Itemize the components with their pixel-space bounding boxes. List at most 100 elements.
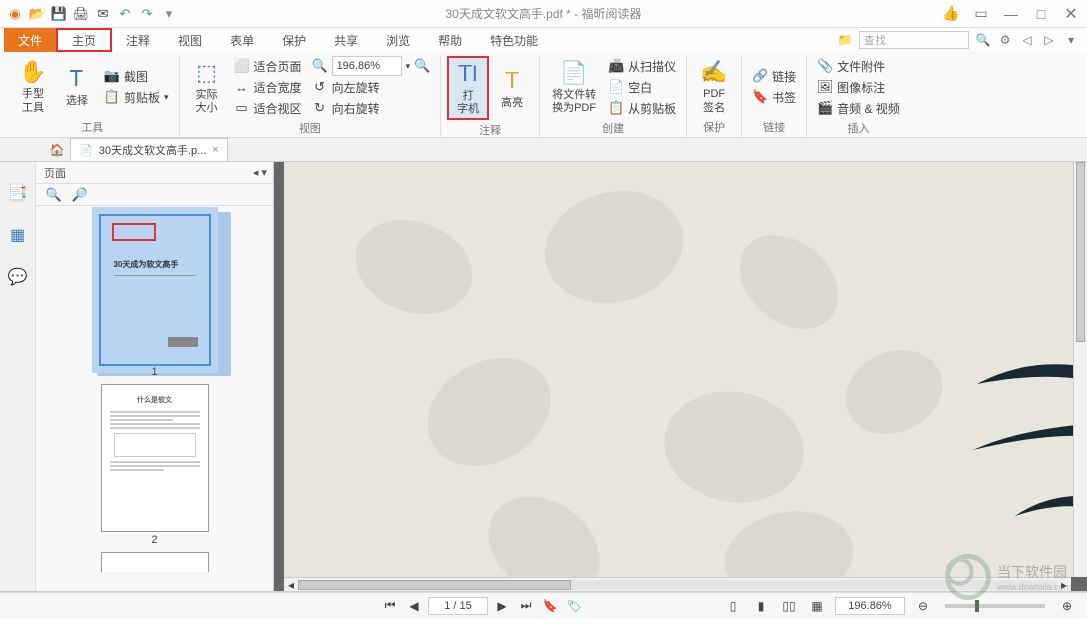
- tab-file[interactable]: 文件: [4, 28, 56, 52]
- clipboard-button[interactable]: 📋 剪贴板▾: [100, 87, 173, 107]
- zoom-out-button[interactable]: 🔍196.86%▾🔍: [308, 56, 435, 76]
- screenshot-button[interactable]: 📷 截图: [100, 66, 173, 86]
- open-icon[interactable]: 📂: [28, 5, 46, 23]
- image-icon: 🖼: [817, 79, 833, 95]
- thumbs-up-icon[interactable]: 👍: [943, 6, 959, 22]
- folder-icon[interactable]: 📁: [837, 32, 853, 48]
- group-links: 🔗链接 🔖书签 链接: [742, 56, 807, 137]
- typewriter-button[interactable]: ꓔI 打 字机: [447, 56, 489, 120]
- tab-special[interactable]: 特色功能: [476, 28, 552, 52]
- fit-page-button[interactable]: ⬜适合页面: [230, 56, 306, 76]
- navigation-panel: 页面 ◂ ▾ 🔍 🔎 30天成为软文高手 1 什么是软文: [36, 162, 274, 591]
- fit-width-icon: ↔: [234, 79, 250, 95]
- zoom-input[interactable]: 196.86%: [332, 56, 402, 76]
- close-button[interactable]: ✕: [1063, 6, 1079, 22]
- view-continuous-facing-icon[interactable]: ▦: [807, 596, 827, 616]
- vertical-scrollbar[interactable]: [1073, 162, 1087, 577]
- search-icon[interactable]: 🔍: [975, 32, 991, 48]
- bookmark-nav2-icon[interactable]: 🏷: [564, 596, 584, 616]
- group-insert: 📎文件附件 🖼图像标注 🎬音频 & 视频 插入: [807, 56, 910, 137]
- save-icon[interactable]: 💾: [50, 5, 68, 23]
- signature-icon: ✍: [700, 58, 728, 86]
- panel-menu-icon[interactable]: ◂ ▾: [253, 166, 267, 179]
- rotate-left-button[interactable]: ↺向左旋转: [308, 77, 435, 97]
- fit-visible-icon: ▭: [234, 100, 250, 116]
- nav-dropdown-icon[interactable]: ▾: [1063, 32, 1079, 48]
- from-scanner-button[interactable]: 📠从扫描仪: [604, 56, 680, 76]
- clipboard-paste-icon: 📋: [608, 100, 624, 116]
- gear-icon[interactable]: ⚙: [997, 32, 1013, 48]
- tab-share[interactable]: 共享: [320, 28, 372, 52]
- tab-protect[interactable]: 保护: [268, 28, 320, 52]
- page-number-input[interactable]: 1 / 15: [428, 597, 488, 615]
- tab-form[interactable]: 表单: [216, 28, 268, 52]
- zoom-out-status-button[interactable]: ⊖: [913, 596, 933, 616]
- thumbnail-page-1[interactable]: 30天成为软文高手: [101, 216, 209, 364]
- thumb-small-icon[interactable]: 🔍: [46, 187, 62, 203]
- nav-prev-icon[interactable]: ◁: [1019, 32, 1035, 48]
- zoom-slider[interactable]: [945, 604, 1045, 608]
- qat-dropdown-icon[interactable]: ▾: [160, 5, 178, 23]
- rotate-left-icon: ↺: [312, 79, 328, 95]
- tab-browse[interactable]: 浏览: [372, 28, 424, 52]
- camera-icon: 📷: [104, 68, 120, 84]
- bookmark-button[interactable]: 🔖书签: [748, 87, 800, 107]
- from-clipboard-button[interactable]: 📋从剪贴板: [604, 98, 680, 118]
- first-page-button[interactable]: ⏮: [380, 596, 400, 616]
- select-button[interactable]: Ꭲ 选择: [56, 56, 98, 117]
- next-page-button[interactable]: ▶: [492, 596, 512, 616]
- print-icon[interactable]: 🖨: [72, 5, 90, 23]
- fit-width-button[interactable]: ↔适合宽度: [230, 77, 306, 97]
- thumb-large-icon[interactable]: 🔎: [72, 187, 88, 203]
- horizontal-scrollbar[interactable]: ◂ ▸: [284, 577, 1071, 591]
- fit-visible-button[interactable]: ▭适合视区: [230, 98, 306, 118]
- maximize-button[interactable]: □: [1033, 6, 1049, 22]
- audio-video-button[interactable]: 🎬音频 & 视频: [813, 98, 904, 118]
- bookmark-nav-icon[interactable]: 🔖: [540, 596, 560, 616]
- prev-page-button[interactable]: ◀: [404, 596, 424, 616]
- typewriter-icon: ꓔI: [454, 60, 482, 88]
- tab-view[interactable]: 视图: [164, 28, 216, 52]
- thumbnail-page-3[interactable]: [101, 552, 209, 572]
- tab-annotate[interactable]: 注释: [112, 28, 164, 52]
- thumbnail-page-2[interactable]: 什么是软文: [101, 384, 209, 532]
- undo-icon[interactable]: ↶: [116, 5, 134, 23]
- blank-button[interactable]: 📄空白: [604, 77, 680, 97]
- pdf-sign-button[interactable]: ✍ PDF 签名: [693, 56, 735, 117]
- view-continuous-icon[interactable]: ▮: [751, 596, 771, 616]
- document-tab[interactable]: 📄 30天成文软文高手.p... ×: [70, 138, 228, 161]
- link-icon: 🔗: [752, 68, 768, 84]
- rotate-right-button[interactable]: ↻向右旋转: [308, 98, 435, 118]
- hand-tool-button[interactable]: ✋ 手型 工具: [12, 56, 54, 117]
- link-button[interactable]: 🔗链接: [748, 66, 800, 86]
- view-facing-icon[interactable]: ▯▯: [779, 596, 799, 616]
- tab-help[interactable]: 帮助: [424, 28, 476, 52]
- scanner-icon: 📠: [608, 58, 624, 74]
- image-annotation-button[interactable]: 🖼图像标注: [813, 77, 904, 97]
- search-input[interactable]: 查找: [859, 31, 969, 49]
- page-view[interactable]: [284, 162, 1087, 577]
- bookmarks-panel-icon[interactable]: 📑: [7, 182, 29, 204]
- ribbon-tabs: 文件 主页 注释 视图 表单 保护 共享 浏览 帮助 特色功能 📁 查找 🔍 ⚙…: [0, 28, 1087, 52]
- redo-icon[interactable]: ↷: [138, 5, 156, 23]
- ribbon-collapse-icon[interactable]: ▭: [973, 6, 989, 22]
- highlight-button[interactable]: ꓔ 高亮: [491, 56, 533, 120]
- start-tab-icon[interactable]: 🏠: [50, 143, 64, 157]
- group-create: 📄 将文件转 换为PDF 📠从扫描仪 📄空白 📋从剪贴板 创建: [540, 56, 687, 137]
- tab-home[interactable]: 主页: [56, 28, 112, 52]
- last-page-button[interactable]: ⏭: [516, 596, 536, 616]
- zoom-value[interactable]: 196.86%: [835, 597, 905, 615]
- pages-panel-icon[interactable]: ▦: [7, 224, 29, 246]
- comments-panel-icon[interactable]: 💬: [7, 266, 29, 288]
- close-tab-icon[interactable]: ×: [212, 144, 218, 156]
- zoom-in-status-button[interactable]: ⊕: [1057, 596, 1077, 616]
- convert-button[interactable]: 📄 将文件转 换为PDF: [546, 56, 602, 118]
- nav-next-icon[interactable]: ▷: [1041, 32, 1057, 48]
- thumbnails: 30天成为软文高手 1 什么是软文: [36, 206, 273, 591]
- attach-button[interactable]: 📎文件附件: [813, 56, 904, 76]
- minimize-button[interactable]: —: [1003, 6, 1019, 22]
- view-single-icon[interactable]: ▯: [723, 596, 743, 616]
- zoom-in-icon[interactable]: 🔍: [414, 58, 430, 74]
- email-icon[interactable]: ✉: [94, 5, 112, 23]
- actual-size-button[interactable]: ⬚ 实际 大小: [186, 56, 228, 118]
